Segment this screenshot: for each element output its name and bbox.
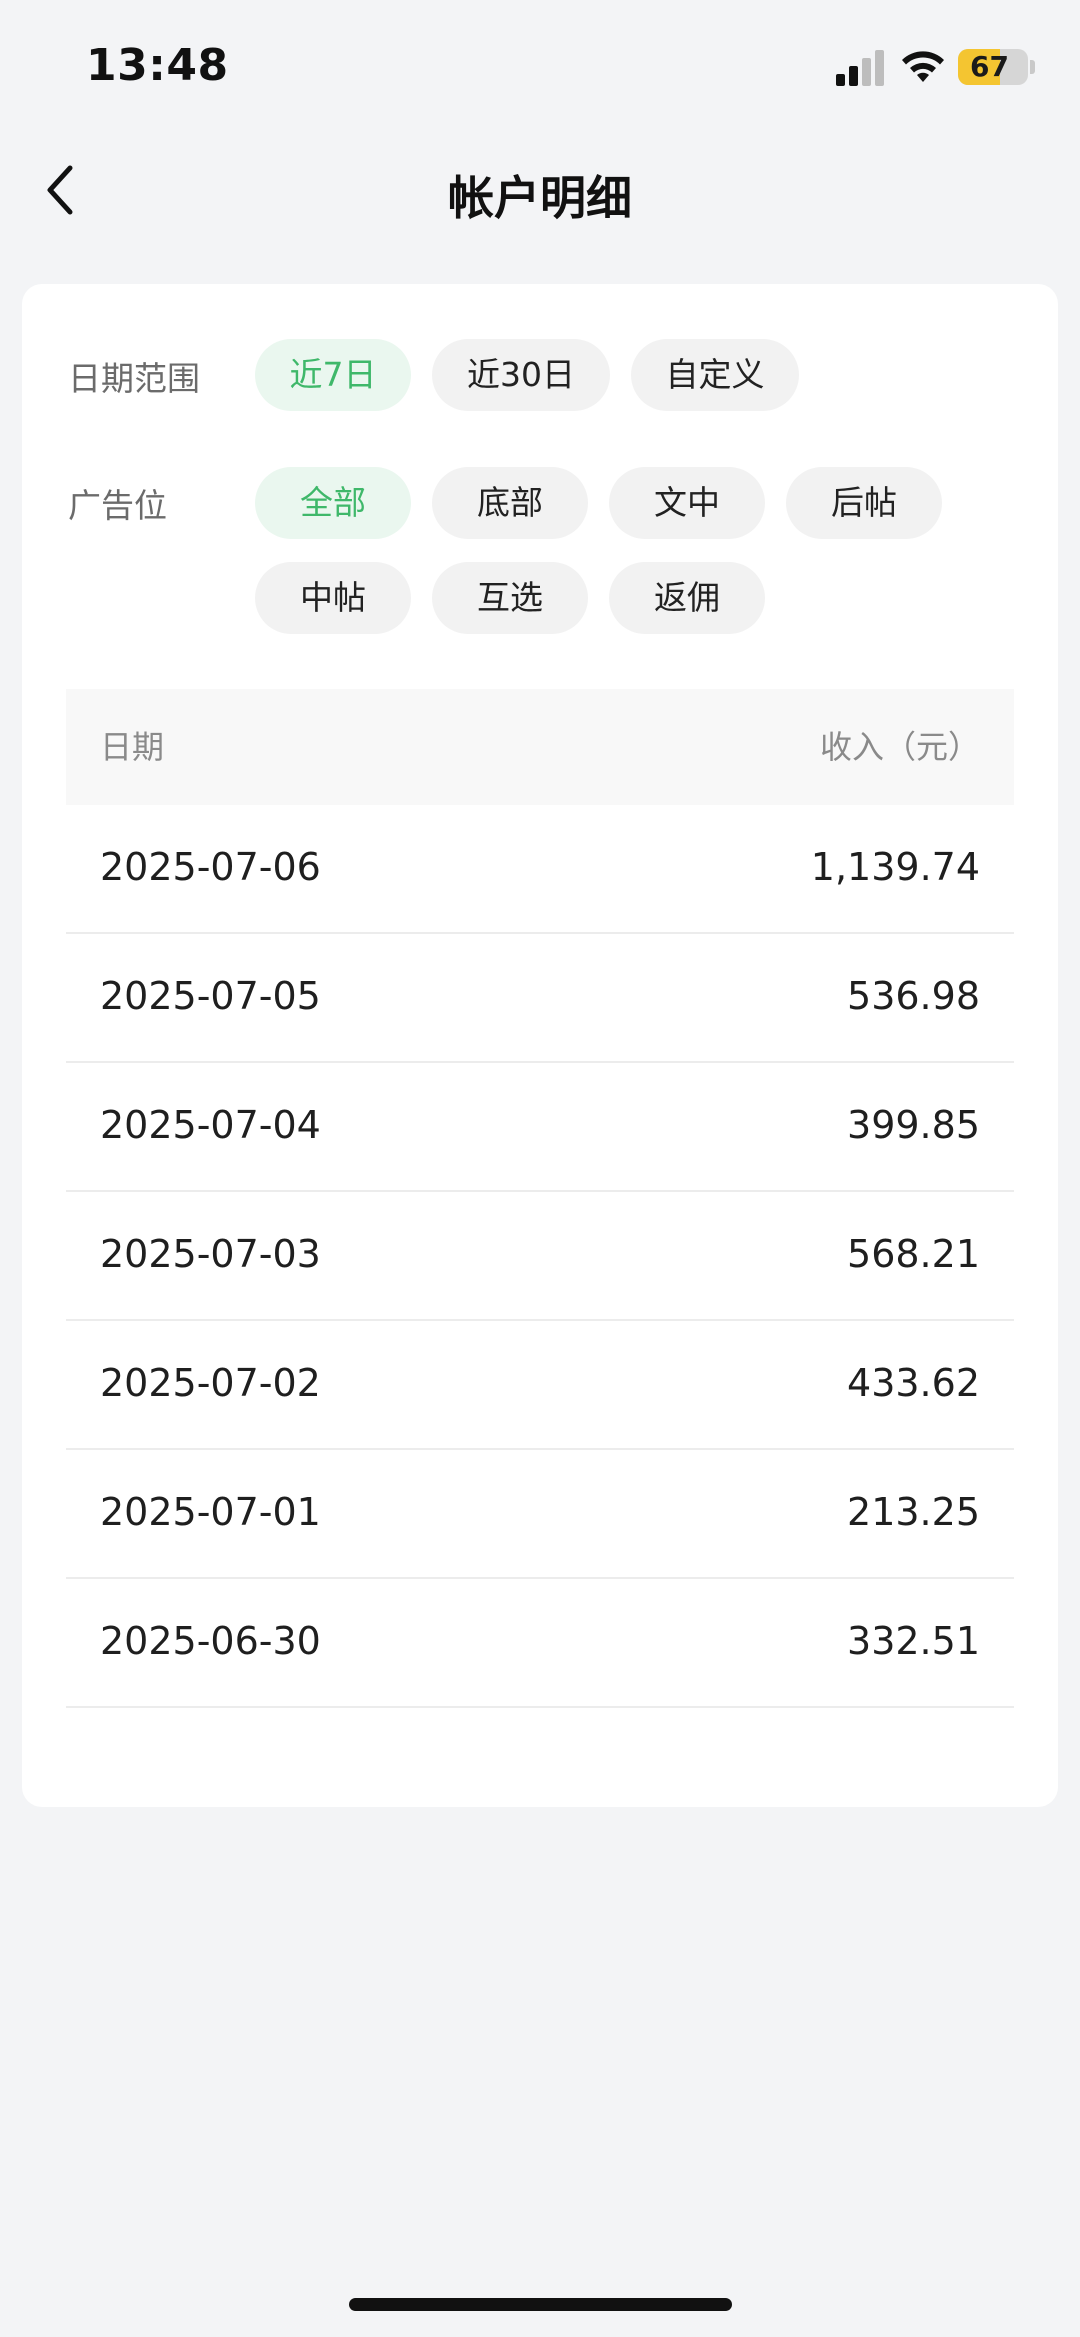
- column-header-income: 收入（元）: [819, 728, 980, 766]
- ad-slot-option-after-post[interactable]: 后帖: [786, 467, 942, 539]
- row-date: 2025-07-03: [100, 1232, 321, 1276]
- ad-slot-option-all[interactable]: 全部: [255, 467, 411, 539]
- status-time: 13:48: [86, 40, 229, 91]
- row-income: 433.62: [847, 1361, 980, 1405]
- row-income: 332.51: [847, 1619, 980, 1663]
- row-date: 2025-07-05: [100, 974, 321, 1018]
- row-date: 2025-07-06: [100, 845, 321, 889]
- row-income: 213.25: [847, 1490, 980, 1534]
- date-range-option-30d[interactable]: 近30日: [432, 339, 610, 411]
- row-income: 536.98: [847, 974, 980, 1018]
- wifi-icon: [902, 51, 944, 82]
- row-income: 399.85: [847, 1103, 980, 1147]
- ad-slot-option-mutual-select[interactable]: 互选: [432, 562, 588, 634]
- battery-cap: [1030, 60, 1035, 74]
- table-row[interactable]: 2025-07-03 568.21: [66, 1192, 1014, 1321]
- table-row[interactable]: 2025-07-01 213.25: [66, 1450, 1014, 1579]
- row-date: 2025-07-04: [100, 1103, 321, 1147]
- row-income: 1,139.74: [810, 845, 980, 889]
- table-row[interactable]: 2025-07-05 536.98: [66, 934, 1014, 1063]
- ad-slot-option-bottom[interactable]: 底部: [432, 467, 588, 539]
- date-range-label: 日期范围: [68, 359, 200, 398]
- date-range-option-7d[interactable]: 近7日: [255, 339, 411, 411]
- table-header: 日期 收入（元）: [66, 689, 1014, 805]
- table-row[interactable]: 2025-07-02 433.62: [66, 1321, 1014, 1450]
- column-header-date: 日期: [100, 728, 165, 766]
- row-date: 2025-06-30: [100, 1619, 321, 1663]
- date-range-option-custom[interactable]: 自定义: [631, 339, 799, 411]
- ad-slot-option-in-article[interactable]: 文中: [609, 467, 765, 539]
- table-row[interactable]: 2025-07-06 1,139.74: [66, 805, 1014, 934]
- status-bar: 13:48 67: [0, 0, 1080, 130]
- page-title: 帐户明细: [448, 171, 632, 225]
- row-date: 2025-07-02: [100, 1361, 321, 1405]
- row-date: 2025-07-01: [100, 1490, 321, 1534]
- table-row[interactable]: 2025-07-04 399.85: [66, 1063, 1014, 1192]
- table-row[interactable]: 2025-06-30 332.51: [66, 1579, 1014, 1708]
- nav-bar: 帐户明细: [0, 140, 1080, 240]
- home-indicator[interactable]: [349, 2298, 732, 2311]
- ad-slot-label: 广告位: [68, 486, 167, 525]
- battery-level-text: 67: [970, 50, 1009, 83]
- ad-slot-option-commission[interactable]: 返佣: [609, 562, 765, 634]
- income-table: 日期 收入（元） 2025-07-06 1,139.74 2025-07-05 …: [66, 689, 1014, 1708]
- signal-icon: [836, 50, 884, 86]
- battery-icon: 67: [958, 49, 1028, 85]
- ad-slot-option-mid-post[interactable]: 中帖: [255, 562, 411, 634]
- account-detail-card: 日期范围 近7日 近30日 自定义 广告位 全部 底部 文中 后帖 中帖 互选 …: [22, 284, 1058, 1807]
- row-income: 568.21: [847, 1232, 980, 1276]
